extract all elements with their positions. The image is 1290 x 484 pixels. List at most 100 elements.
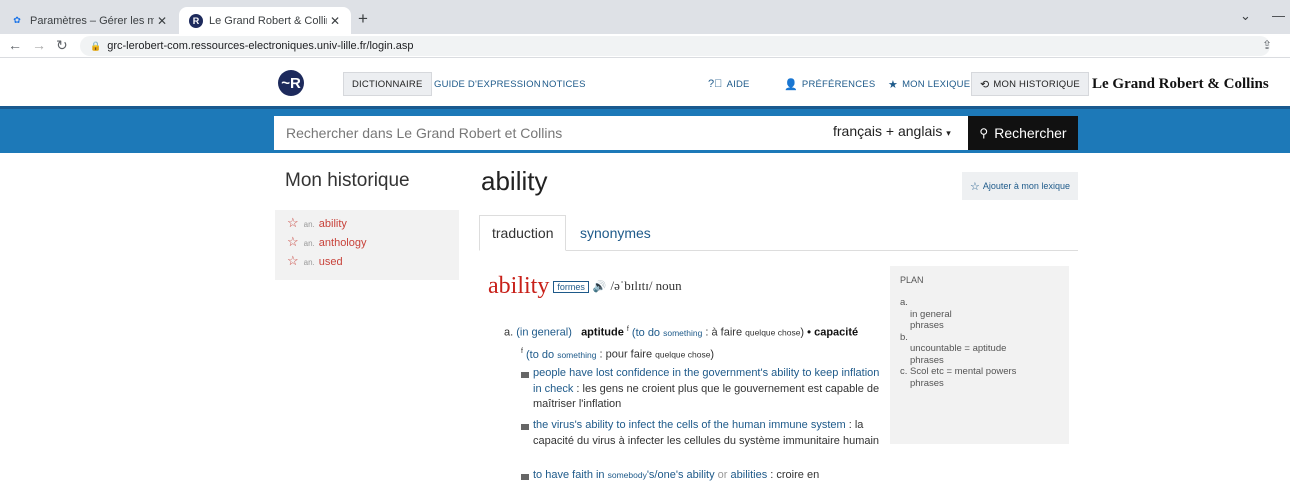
star-outline-icon[interactable]: ☆ [287,234,299,250]
search-button-label: Rechercher [994,125,1067,141]
nav-mon-lexique[interactable]: ★ MON LEXIQUE [880,72,978,96]
site-header: ~R DICTIONNAIRE GUIDE D'EXPRESSION NOTIC… [0,58,1290,106]
nav-mon-lexique-label: MON LEXIQUE [902,78,971,90]
plan-item[interactable]: phrases [900,355,1059,367]
plan-panel: PLAN a. in general phrases b. uncountabl… [890,266,1069,444]
separator-dot: • [807,326,812,339]
sense-label[interactable]: (in general) [516,327,572,339]
url-text: grc-lerobert-com.ressources-electronique… [107,40,414,52]
search-icon: ⚲ [979,126,989,140]
back-icon[interactable]: ← [8,37,22,53]
plan-item[interactable]: a. [900,297,1059,309]
collocate: (to do something [631,326,703,339]
language-select-value: français + anglais [833,123,943,139]
history-list: ☆ an. ability ☆ an. anthology ☆ an. used [275,210,459,280]
address-bar: ← → ↻ 🔒 grc-lerobert-com.ressources-elec… [0,34,1290,58]
entry-title: ability [481,166,548,196]
browser-tab-settings[interactable]: ✿ Paramètres – Gérer les moteurs d ✕ [0,7,178,34]
forward-icon[interactable]: → [32,37,46,53]
example: the virus's ability to infect the cells … [533,419,880,447]
tab-title: Paramètres – Gérer les moteurs d [30,14,154,27]
gear-icon: ✿ [13,15,21,25]
star-outline-icon[interactable]: ☆ [287,253,299,269]
plan-item[interactable]: phrases [900,378,1059,390]
nav-dictionnaire[interactable]: DICTIONNAIRE [343,72,432,96]
tab-title: Le Grand Robert & Collins [209,14,327,27]
history-item[interactable]: ☆ an. used [275,253,459,272]
history-item-word[interactable]: ability [319,218,347,230]
browser-tab-robert[interactable]: R Le Grand Robert & Collins ✕ [179,7,351,34]
audio-icon[interactable]: 🔊 [593,280,607,293]
plan-item[interactable]: b. [900,332,1059,344]
history-item-pos: an. [303,239,315,248]
star-outline-icon[interactable]: ☆ [287,215,299,231]
bullet-icon [521,474,529,480]
history-item-pos: an. [303,258,315,267]
plan-title: PLAN [900,275,924,285]
history-item-word[interactable]: used [319,256,343,268]
formes-button[interactable]: formes [553,281,589,293]
browser-tab-bar: ✿ Paramètres – Gérer les moteurs d ✕ R L… [0,0,1290,34]
gender: f [521,348,523,355]
brand-title: Le Grand Robert & Collins [1092,76,1269,92]
lock-icon: 🔒 [90,40,102,51]
caret-down-icon: ▾ [946,128,951,138]
search-band: français + anglais ▾ ⚲ Rechercher [0,106,1290,153]
plan-item[interactable]: uncountable = aptitude [900,343,1059,355]
close-icon[interactable]: ✕ [327,14,343,28]
nav-notices[interactable]: NOTICES [534,72,594,96]
nav-aide[interactable]: ?⃝ AIDE [700,72,758,96]
nav-guide-expression[interactable]: GUIDE D'EXPRESSION [426,72,549,96]
gender: f [626,326,629,333]
pronunciation: /əˈbɪlɪtɪ/ noun [610,278,682,293]
tab-synonymes[interactable]: synonymes [568,215,663,251]
history-item-word[interactable]: anthology [319,237,367,249]
search-button[interactable]: ⚲ Rechercher [968,116,1078,150]
url-field[interactable]: 🔒 grc-lerobert-com.ressources-electroniq… [80,36,1270,56]
translation[interactable]: capacité [814,327,858,339]
star-outline-icon: ☆ [970,180,980,193]
plan-item[interactable]: c. Scol etc = mental powers [900,366,1059,378]
history-icon: ⟲ [980,78,990,91]
example-source: the virus's ability to infect the cells … [533,419,846,431]
robert-logo-icon: R [189,13,203,28]
sense-a-line2: f (to do something : pour faire quelque … [521,348,715,361]
example: people have lost confidence in the gover… [533,367,880,411]
headword: ability [488,273,550,299]
minimize-icon[interactable]: — [1272,8,1285,23]
history-item[interactable]: ☆ an. anthology [275,234,459,253]
user-icon: 👤 [784,78,798,91]
sense-letter: a. [504,326,514,339]
close-icon[interactable]: ✕ [154,14,170,28]
translation[interactable]: aptitude [581,327,624,339]
plan-item[interactable]: phrases [900,320,1059,332]
add-to-lexicon-label: Ajouter à mon lexique [982,181,1070,191]
example-translation: les gens ne croient plus que le gouverne… [533,382,880,411]
star-icon: ★ [888,78,899,91]
add-to-lexicon-button[interactable]: ☆ Ajouter à mon lexique [962,172,1078,200]
bullet-icon [521,424,529,430]
nav-preferences[interactable]: 👤 PRÉFÉRENCES [776,72,883,96]
language-select[interactable]: français + anglais ▾ [833,123,951,139]
nav-aide-label: AIDE [726,78,750,90]
history-item[interactable]: ☆ an. ability [275,215,459,234]
bullet-icon [521,372,529,378]
share-icon[interactable]: ⇪ [1262,38,1272,52]
reload-icon[interactable]: ↻ [56,37,68,54]
plan-item[interactable]: in general [900,309,1059,321]
nav-mon-historique-label: MON HISTORIQUE [993,78,1080,90]
site-logo[interactable]: ~R [278,70,304,96]
headword-line: ability formes 🔊 /əˈbɪlɪtɪ/ noun [488,273,682,300]
tab-traduction[interactable]: traduction [479,215,567,251]
history-title: Mon historique [285,170,410,191]
collocate: (to do something [526,348,597,361]
example-source: to have faith in somebody's/one's abilit… [533,469,715,481]
nav-preferences-label: PRÉFÉRENCES [801,78,876,90]
entry-tabs: traduction synonymes [479,215,1078,251]
nav-mon-historique[interactable]: ⟲ MON HISTORIQUE [971,72,1089,96]
new-tab-button[interactable]: + [358,9,368,29]
help-icon: ?⃝ [708,78,723,90]
chevron-down-icon[interactable]: ⌄ [1240,8,1251,24]
example-translation: croire en [776,469,820,481]
history-item-pos: an. [303,220,315,229]
